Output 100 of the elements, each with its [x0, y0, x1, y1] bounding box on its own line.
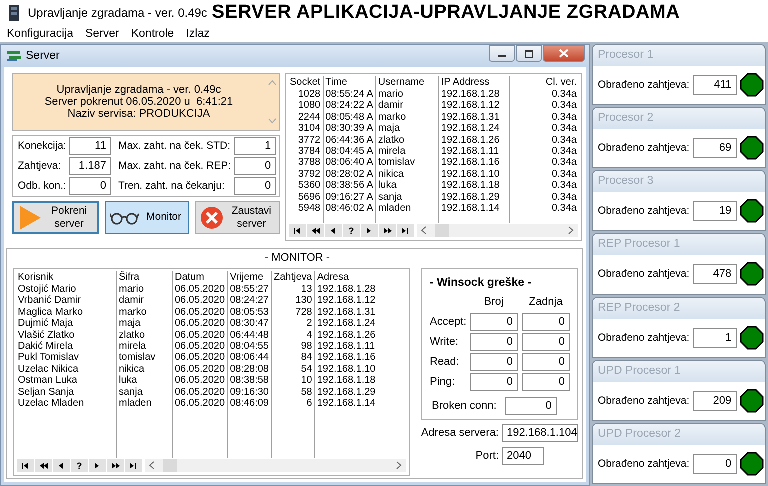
previous-button[interactable]: [53, 459, 70, 472]
menu-item[interactable]: Server: [85, 28, 120, 40]
next-button[interactable]: [89, 459, 106, 472]
next-button[interactable]: [361, 224, 378, 237]
fast-forward-button[interactable]: [107, 459, 124, 472]
stop-button[interactable]: Zaustavi server: [195, 201, 280, 234]
table-cell-text: maja: [377, 123, 402, 135]
column-header[interactable]: Socket: [288, 76, 323, 89]
menu-item[interactable]: Izlaz: [186, 28, 210, 40]
table-cell-text: 192.168.1.11: [316, 340, 376, 352]
rewind-button[interactable]: [307, 224, 324, 237]
table-cell-text: 192.168.1.16: [440, 157, 501, 169]
table-cell-text: damir: [118, 295, 146, 307]
table-cell-text: 08:06:44: [229, 352, 270, 364]
table-cell-text: 0.34a: [550, 112, 578, 124]
table-cell-text: Seljan Sanja: [17, 386, 76, 398]
menu-item[interactable]: Konfiguracija: [7, 28, 74, 40]
table-cell-text: 3784: [297, 146, 322, 158]
minimize-button[interactable]: [489, 45, 515, 62]
maximize-icon: [524, 50, 534, 58]
scrollbar-thumb[interactable]: [435, 224, 449, 237]
stat-field: 1: [234, 136, 276, 154]
table-cell-text: 192.168.1.18: [316, 375, 377, 387]
fast-forward-button[interactable]: [379, 224, 396, 237]
column-header[interactable]: Vrijeme: [228, 271, 271, 284]
processed-field: 411: [692, 75, 737, 96]
horizontal-scrollbar[interactable]: [145, 459, 406, 472]
table-cell-text: 06:44:36 A: [324, 134, 374, 146]
processed-field: 478: [692, 264, 737, 284]
count-field: 0: [470, 353, 518, 371]
close-button[interactable]: [543, 45, 585, 62]
table-cell-text: 06.05.2020: [174, 386, 226, 398]
processor-title: UPD Procesor 1: [593, 360, 765, 382]
table-cell-text: 08:55:24 A: [324, 89, 374, 100]
table-cell-text: marko: [377, 112, 408, 124]
column-header[interactable]: Šifra: [117, 271, 172, 284]
last-field: 0: [522, 353, 570, 371]
scroll-left-icon: [421, 226, 427, 235]
table-cell-text: 0.34a: [550, 134, 578, 146]
column-header[interactable]: Adresa: [315, 271, 407, 284]
table-cell-text: sanja: [118, 386, 144, 398]
table-cell-text: 0.34a: [550, 168, 578, 180]
column-header[interactable]: Username: [376, 76, 438, 89]
monitor-button[interactable]: Monitor: [104, 201, 190, 234]
broken-label: Broken conn:: [432, 400, 497, 412]
table-cell-text: 0.34a: [550, 146, 578, 158]
monitor-title: - MONITOR -: [264, 251, 332, 266]
stat-field: 0: [234, 176, 276, 194]
horizontal-scrollbar[interactable]: [417, 224, 578, 237]
table-cell-text: 192.168.1.26: [316, 330, 377, 341]
column-header: Broj: [483, 295, 505, 310]
column-header[interactable]: Cl. ver.: [510, 76, 579, 89]
processed-label: Obrađeno zahtjeva:: [598, 79, 690, 92]
last-field: 0: [522, 373, 570, 391]
table-cell-text: Uzelac Mladen: [17, 398, 86, 410]
table-cell-text: 1028: [297, 89, 322, 100]
close-icon: [559, 49, 569, 58]
column-header[interactable]: Datum: [173, 271, 228, 284]
fast-forward-icon: [384, 226, 392, 234]
table-cell-text: 08:24:27: [229, 295, 270, 307]
stat-field: 11: [69, 136, 112, 154]
table-cell-text: 06.05.2020: [174, 398, 226, 410]
last-button[interactable]: [397, 224, 414, 237]
start-button[interactable]: Pokreni server: [12, 201, 99, 234]
menu-item[interactable]: Kontrole: [131, 28, 174, 40]
table-cell-text: 2: [306, 318, 314, 330]
first-button[interactable]: [17, 459, 34, 472]
table-cell-text: 06.05.2020: [174, 330, 226, 341]
rewind-button[interactable]: [35, 459, 52, 472]
first-button[interactable]: [289, 224, 306, 237]
table-cell-text: Dakić Mirela: [17, 340, 74, 352]
column-header[interactable]: Zahtjeva: [272, 271, 314, 284]
stat-field: 1.187: [69, 156, 112, 174]
stat-field: 0: [69, 176, 112, 194]
column-header[interactable]: IP Address: [439, 76, 510, 89]
error-label: Ping:: [430, 375, 456, 390]
previous-button[interactable]: [325, 224, 342, 237]
previous-icon: [58, 462, 66, 470]
column-header[interactable]: Korisnik: [16, 271, 116, 284]
table-cell-text: 08:30:39 A: [324, 123, 374, 135]
table-cell-text: 192.168.1.31: [440, 112, 501, 124]
processed-label: Obrađeno zahtjeva:: [598, 268, 690, 280]
table-cell-text: 192.168.1.28: [316, 284, 377, 296]
column-header[interactable]: Time: [324, 76, 376, 89]
scrollbar-thumb[interactable]: [163, 459, 177, 472]
maximize-button[interactable]: [516, 45, 542, 62]
table-cell-text: 08:05:53: [229, 306, 270, 318]
error-label: Read:: [430, 355, 460, 370]
help-button[interactable]: ?: [71, 459, 88, 472]
table-cell-text: 728: [294, 306, 314, 318]
table-cell-text: 06.05.2020: [174, 352, 226, 364]
help-button[interactable]: ?: [343, 224, 360, 237]
stat-label: Odb. kon.:: [18, 179, 66, 194]
table-cell-text: 08:04:55: [229, 340, 270, 352]
first-icon: [22, 462, 30, 470]
table-cell-text: tomislav: [118, 352, 157, 364]
table-cell-text: 08:24:22 A: [324, 100, 374, 112]
scroll-right-icon: [396, 461, 402, 470]
next-icon: [94, 462, 102, 470]
last-button[interactable]: [125, 459, 142, 472]
